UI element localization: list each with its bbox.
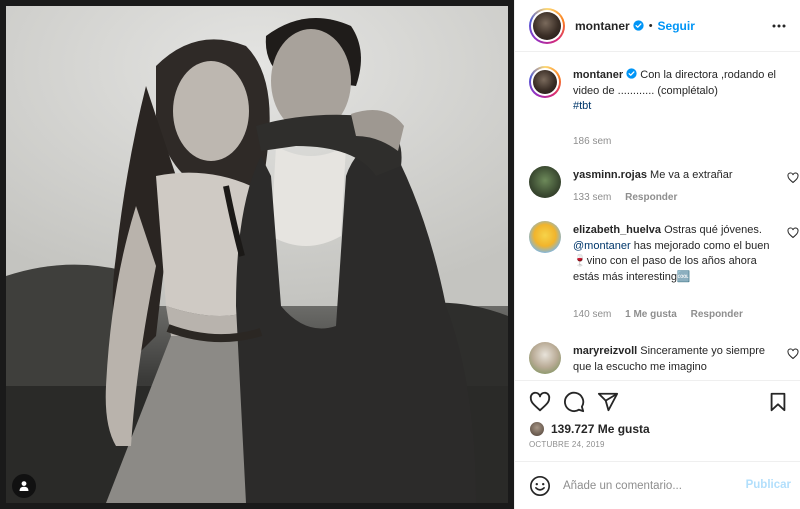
caption-hashtag[interactable]: #tbt [573, 100, 591, 112]
author-username[interactable]: montaner [575, 19, 630, 33]
comment-username[interactable]: maryreizvoll [573, 345, 637, 357]
comment-username[interactable]: yasminn.rojas [573, 169, 647, 181]
comment-input[interactable] [563, 479, 733, 492]
smiley-icon[interactable] [529, 475, 551, 497]
post-side-panel: montaner • Seguir montaner Con la direct… [514, 0, 800, 509]
comment-body: maryreizvoll Sinceramente yo siempre que… [573, 344, 781, 375]
post-header: montaner • Seguir [515, 0, 800, 52]
user-tag-icon [19, 481, 29, 491]
comment-body: elizabeth_huelva Ostras qué jóvenes. @mo… [573, 223, 781, 285]
separator-dot: • [648, 19, 653, 32]
post-date[interactable]: OCTUBRE 24, 2019 [529, 440, 605, 449]
comment-like-icon[interactable] [787, 172, 799, 184]
caption-body: montaner Con la directora ,rodando el vi… [573, 68, 781, 115]
comment-body: yasminn.rojas Me va a extrañar [573, 168, 781, 184]
commenter-avatar[interactable] [529, 342, 561, 374]
likes-count[interactable]: 139.727 Me gusta [551, 422, 650, 436]
comment-time[interactable]: 133 sem [573, 192, 611, 203]
comment-time[interactable]: 140 sem [573, 309, 611, 320]
caption-author-avatar[interactable] [529, 66, 561, 98]
comment-like-icon[interactable] [787, 227, 799, 239]
add-comment-bar: Publicar [515, 461, 800, 509]
heart-icon[interactable] [529, 391, 551, 413]
tagged-users-button[interactable] [12, 474, 36, 498]
comment-meta: 133 sem Responder [573, 192, 688, 203]
send-icon[interactable] [597, 391, 619, 413]
photo-illustration [6, 6, 508, 503]
follow-button[interactable]: Seguir [658, 19, 695, 33]
comment-icon[interactable] [563, 391, 585, 413]
verified-badge-icon [626, 68, 637, 79]
comment-text: Me va a extrañar [650, 169, 733, 181]
post-media[interactable] [0, 0, 514, 509]
post-photo[interactable] [6, 6, 508, 503]
reply-button[interactable]: Responder [691, 309, 743, 320]
comment-username[interactable]: elizabeth_huelva [573, 224, 661, 236]
likes-summary[interactable]: 139.727 Me gusta [529, 421, 650, 437]
comment-text: Ostras qué jóvenes. [664, 224, 762, 236]
publish-button[interactable]: Publicar [746, 479, 791, 491]
commenter-avatar[interactable] [529, 221, 561, 253]
comment-like-icon[interactable] [787, 348, 799, 360]
author-avatar[interactable] [529, 7, 565, 44]
comment-meta: 140 sem 1 Me gusta Responder [573, 309, 754, 320]
liker-avatar [529, 421, 545, 437]
comment-mention[interactable]: @montaner [573, 240, 631, 252]
caption-time[interactable]: 186 sem [573, 136, 611, 147]
reply-button[interactable]: Responder [625, 192, 677, 203]
more-horizontal-icon[interactable] [771, 18, 787, 34]
comments-list[interactable]: montaner Con la directora ,rodando el vi… [515, 53, 800, 380]
caption-meta: 186 sem [573, 136, 622, 147]
verified-badge-icon [633, 20, 644, 31]
commenter-avatar[interactable] [529, 166, 561, 198]
comment-likes[interactable]: 1 Me gusta [625, 309, 677, 320]
bookmark-icon[interactable] [767, 391, 789, 413]
caption-username[interactable]: montaner [573, 69, 623, 81]
